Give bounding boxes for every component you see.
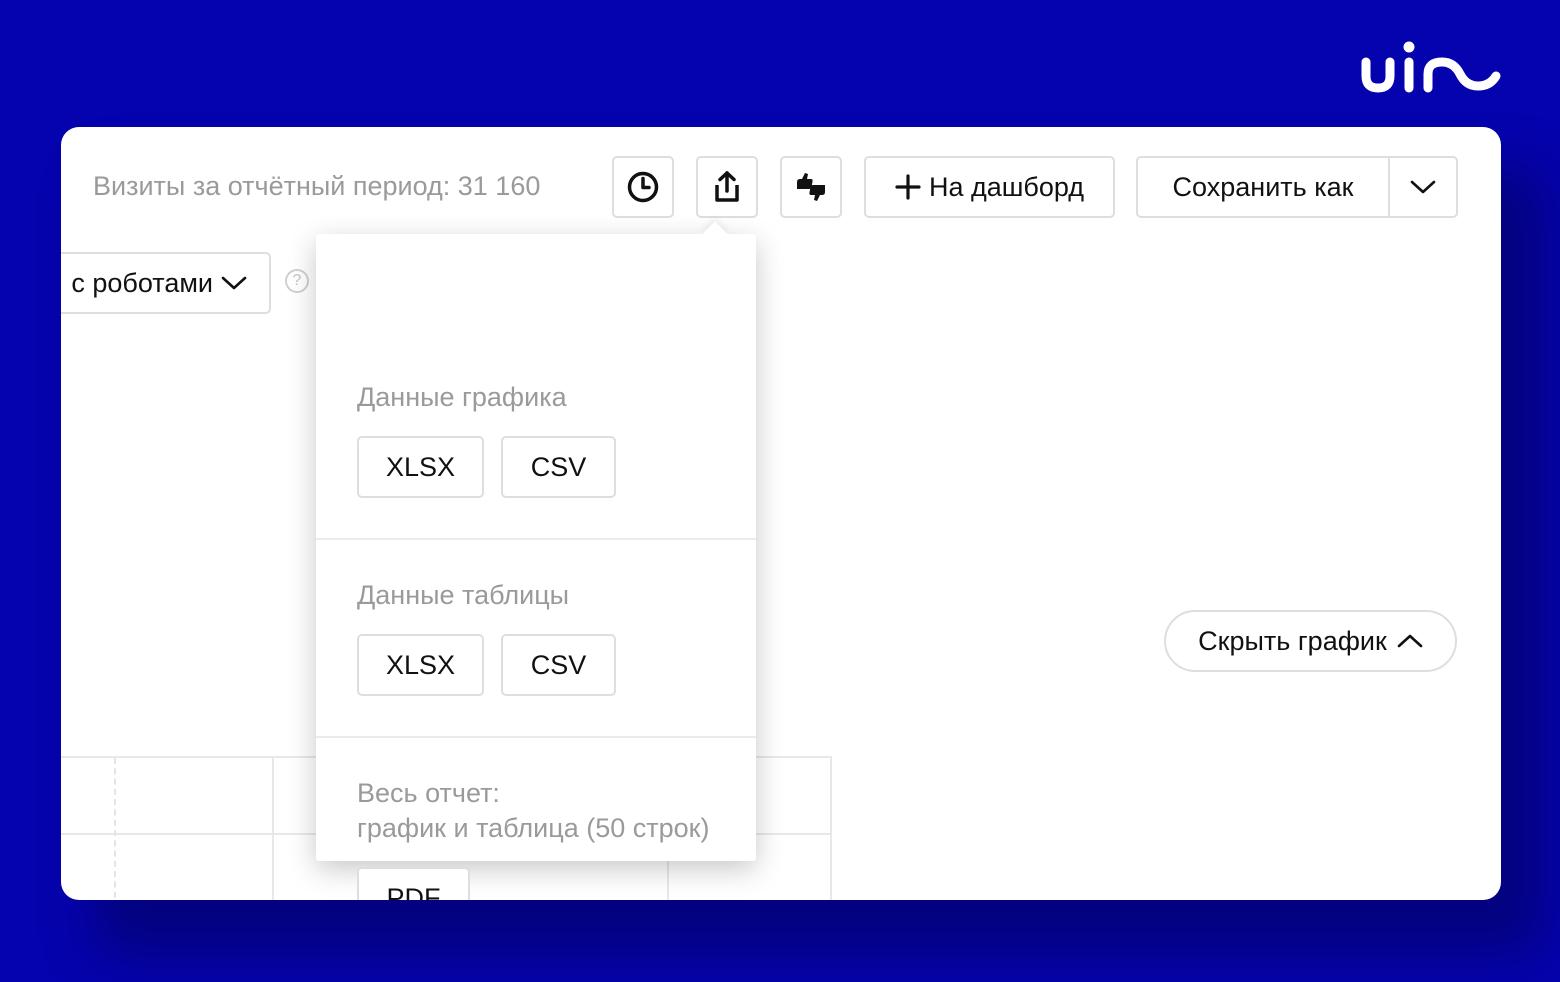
hide-chart-button[interactable]: Скрыть график (1164, 610, 1457, 672)
report-card: Визиты за отчётный период: 31 160 На даш… (61, 127, 1501, 900)
table-grid-line (272, 756, 274, 900)
full-report-subtitle: график и таблица (50 строк) (357, 813, 710, 843)
section-divider (316, 736, 756, 738)
table-data-title: Данные таблицы (357, 580, 570, 610)
full-report-title: Весь отчет: (357, 778, 500, 808)
chart-csv-button[interactable]: CSV (501, 436, 616, 498)
popup-pointer (702, 221, 728, 247)
robots-filter-label: с роботами (71, 267, 213, 298)
thumbs-icon (797, 173, 825, 201)
table-csv-button[interactable]: CSV (501, 634, 616, 696)
report-pdf-button[interactable]: PDF (357, 867, 470, 900)
chart-xlsx-button[interactable]: XLSX (357, 436, 484, 498)
table-xlsx-button[interactable]: XLSX (357, 634, 484, 696)
save-as-dropdown-button[interactable] (1390, 158, 1456, 216)
table-grid-dashed-line (114, 758, 116, 900)
save-as-group: Сохранить как (1136, 156, 1458, 218)
chevron-down-icon (221, 275, 247, 291)
chart-data-title: Данные графика (357, 382, 567, 412)
add-to-dashboard-button[interactable]: На дашборд (864, 156, 1115, 218)
robots-filter-select[interactable]: с роботами (61, 252, 271, 314)
section-divider (316, 538, 756, 540)
visits-summary: Визиты за отчётный период: 31 160 (93, 171, 541, 201)
add-to-dashboard-label: На дашборд (928, 171, 1085, 202)
chevron-down-icon (1410, 180, 1436, 194)
table-grid-line (830, 756, 832, 900)
export-button[interactable] (696, 156, 758, 218)
history-button[interactable] (612, 156, 674, 218)
uis-logo-icon (1361, 41, 1501, 93)
chevron-up-icon (1397, 633, 1423, 649)
save-as-button[interactable]: Сохранить как (1138, 158, 1390, 216)
feedback-button[interactable] (780, 156, 842, 218)
share-export-icon (715, 171, 739, 202)
clock-icon (627, 171, 659, 203)
hide-chart-label: Скрыть график (1198, 625, 1387, 656)
help-icon[interactable]: ? (285, 269, 309, 293)
plus-icon (895, 174, 921, 200)
export-dropdown: Данные графика XLSX CSV Данные таблицы X… (316, 221, 756, 900)
